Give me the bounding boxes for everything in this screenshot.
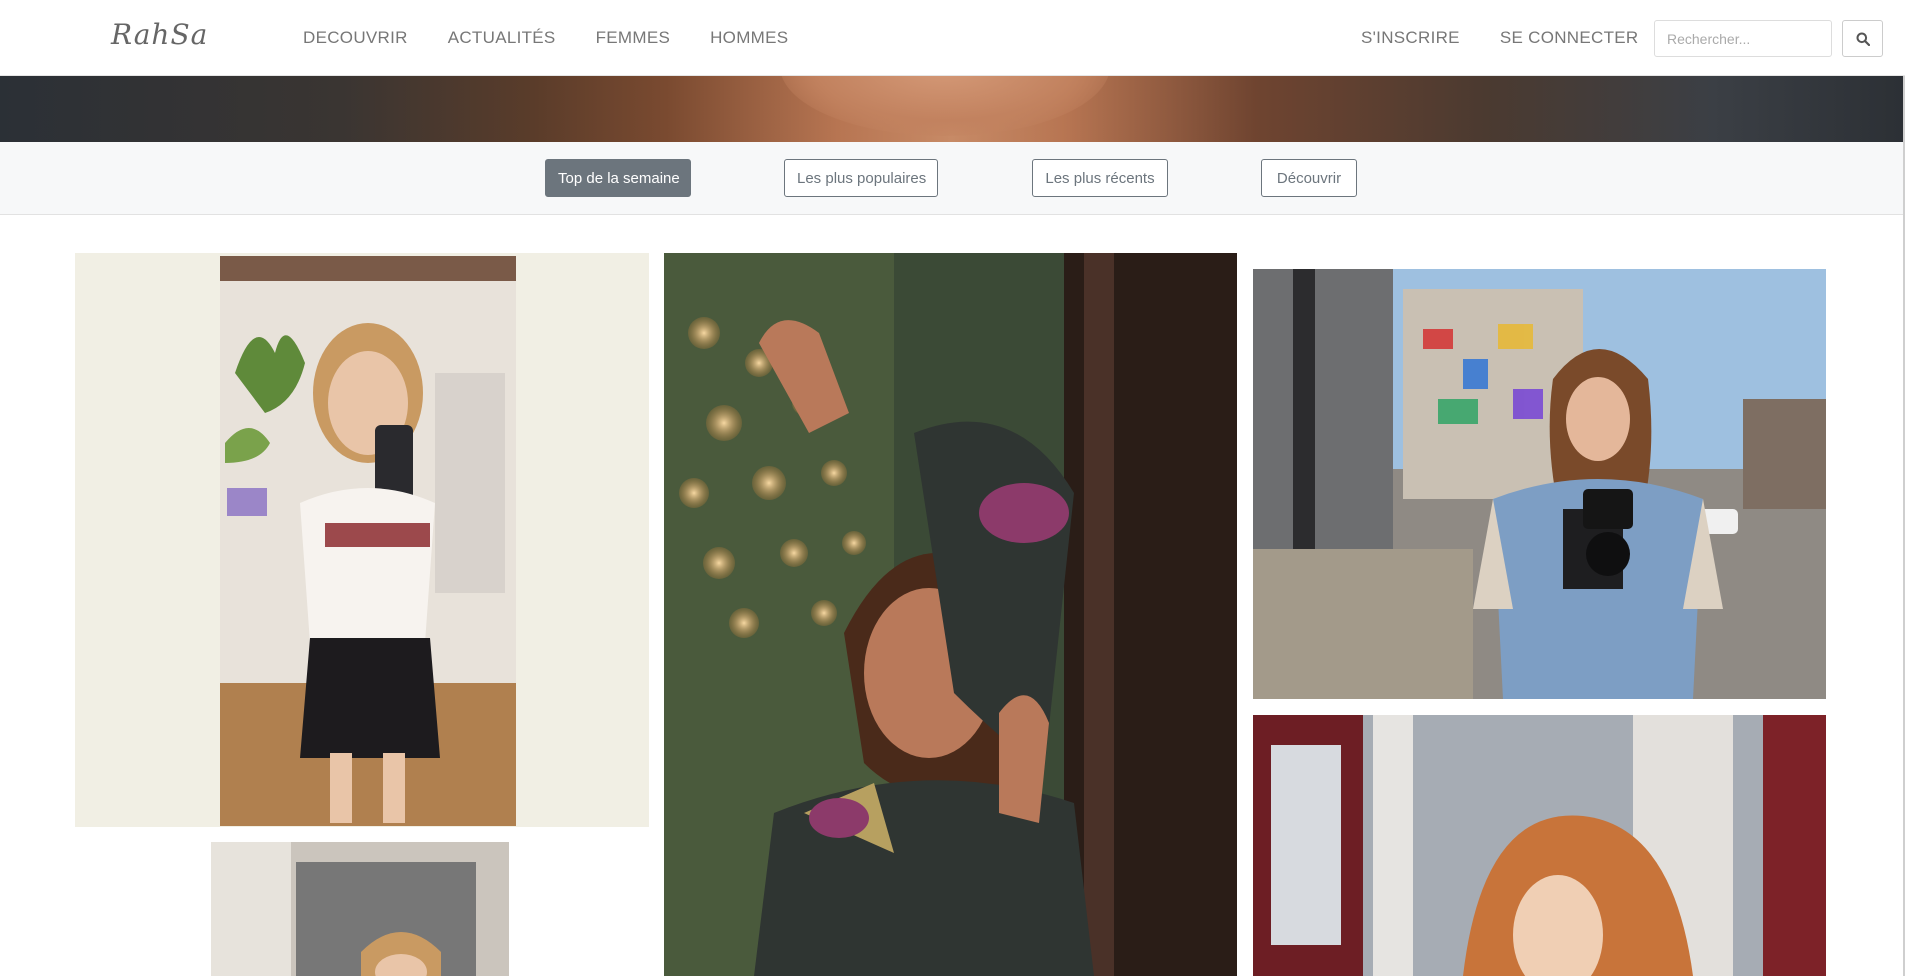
filter-top-semaine[interactable]: Top de la semaine: [545, 159, 691, 197]
nav-item-femmes[interactable]: FEMMES: [596, 28, 671, 48]
gallery-photo[interactable]: [211, 842, 509, 976]
top-navbar: RahSa DECOUVRIR ACTUALITÉS FEMMES HOMMES…: [0, 0, 1905, 76]
search-input[interactable]: [1654, 20, 1832, 57]
login-link[interactable]: SE CONNECTER: [1500, 28, 1639, 48]
filter-bar: Top de la semaine Les plus populaires Le…: [0, 142, 1903, 215]
photo-redhair-illustration: [1253, 715, 1826, 976]
filter-plus-recents[interactable]: Les plus récents: [1032, 159, 1168, 197]
nav-item-decouvrir[interactable]: DECOUVRIR: [303, 28, 408, 48]
main-nav: DECOUVRIR ACTUALITÉS FEMMES HOMMES: [303, 0, 828, 76]
photo-selfie-partial-illustration: [211, 842, 509, 976]
signup-link[interactable]: S'INSCRIRE: [1361, 28, 1460, 48]
photo-street-illustration: [1253, 269, 1826, 699]
account-nav: S'INSCRIRE SE CONNECTER: [1361, 0, 1679, 76]
filter-plus-populaires[interactable]: Les plus populaires: [784, 159, 938, 197]
hero-banner-image: [0, 76, 1903, 142]
photo-selfie-illustration: [220, 256, 516, 826]
nav-item-hommes[interactable]: HOMMES: [710, 28, 788, 48]
gallery-photo[interactable]: [664, 253, 1237, 976]
photo-portrait-illustration: [664, 253, 1237, 976]
nav-item-actualites[interactable]: ACTUALITÉS: [448, 28, 556, 48]
search-icon: [1856, 32, 1870, 46]
brand-logo[interactable]: RahSa: [111, 18, 208, 51]
filter-decouvrir[interactable]: Découvrir: [1261, 159, 1357, 197]
gallery-photo[interactable]: [1253, 269, 1826, 699]
gallery-photo[interactable]: [1253, 715, 1826, 976]
hero-face-shape: [780, 76, 1110, 136]
search-button[interactable]: [1842, 20, 1883, 57]
gallery-photo[interactable]: [75, 253, 649, 827]
